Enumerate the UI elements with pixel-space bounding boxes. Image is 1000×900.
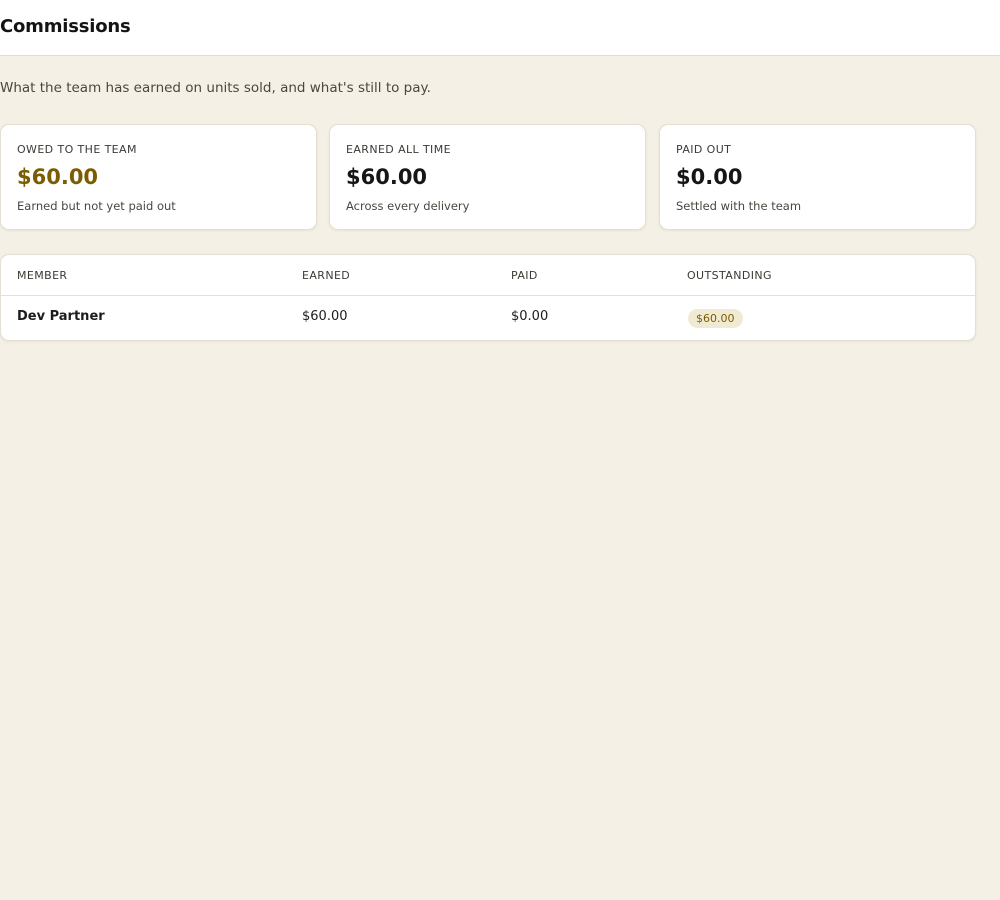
column-header-earned: EARNED: [302, 269, 351, 282]
earned-card: EARNED ALL TIME $60.00 Across every deli…: [329, 124, 646, 230]
page-subtitle: What the team has earned on units sold, …: [0, 80, 431, 96]
summary-cards: OWED TO THE TEAM $60.00 Earned but not y…: [0, 124, 976, 230]
column-header-outstanding: OUTSTANDING: [687, 269, 772, 282]
top-bar: Commissions: [0, 0, 1000, 56]
owed-card-value: $60.00: [17, 165, 99, 189]
earned-value: $60.00: [302, 309, 348, 324]
owed-card-label: OWED TO THE TEAM: [17, 143, 137, 156]
earned-card-label: EARNED ALL TIME: [346, 143, 451, 156]
paid-card-value: $0.00: [676, 165, 743, 189]
member-name: Dev Partner: [17, 309, 105, 324]
paid-card: PAID OUT $0.00 Settled with the team: [659, 124, 976, 230]
table-row: Dev Partner $60.00 $0.00 $60.00: [1, 296, 975, 340]
commissions-table: MEMBER EARNED PAID OUTSTANDING Dev Partn…: [0, 254, 976, 341]
paid-value: $0.00: [511, 309, 549, 324]
column-header-paid: PAID: [511, 269, 538, 282]
owed-card-note: Earned but not yet paid out: [17, 199, 176, 213]
table-header: MEMBER EARNED PAID OUTSTANDING: [1, 255, 975, 296]
owed-card: OWED TO THE TEAM $60.00 Earned but not y…: [0, 124, 317, 230]
paid-card-label: PAID OUT: [676, 143, 732, 156]
paid-card-note: Settled with the team: [676, 199, 802, 213]
page-title: Commissions: [0, 16, 131, 37]
earned-card-note: Across every delivery: [346, 199, 470, 213]
column-header-member: MEMBER: [17, 269, 68, 282]
outstanding-badge: $60.00: [688, 309, 743, 328]
earned-card-value: $60.00: [346, 165, 428, 189]
